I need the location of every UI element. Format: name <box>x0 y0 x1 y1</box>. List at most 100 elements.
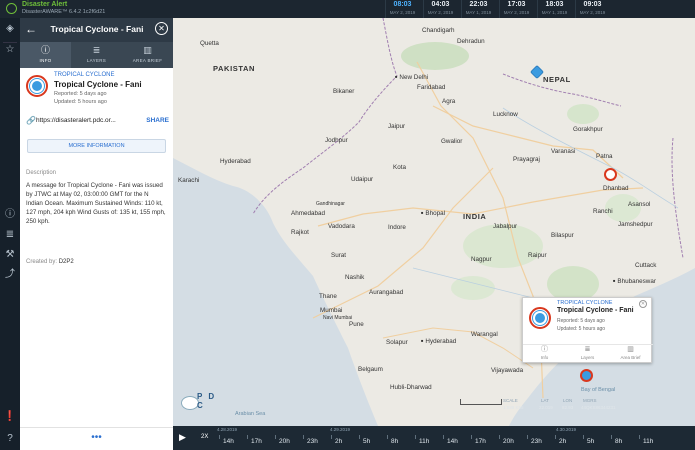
timeline-axis[interactable]: 4.28.2019 4.29.2019 4.30.2019 14h 17h 20h 2… <box>213 426 695 450</box>
mgrs-label: MGRS <box>583 398 597 403</box>
map-label: Warangal <box>471 331 498 338</box>
hazard-popup[interactable]: TROPICAL CYCLONE Tropical Cyclone - Fani… <box>522 297 653 363</box>
popup-tab-label: Info <box>540 355 549 360</box>
map-label: Vadodara <box>328 223 355 230</box>
tropical-cyclone-pin-icon[interactable] <box>580 369 593 382</box>
tab-info[interactable]: ⓘ INFO <box>20 42 71 68</box>
popup-close-icon[interactable]: ✕ <box>639 300 647 308</box>
app-name: Disaster Alert <box>22 1 68 8</box>
map-label: Jabalpur <box>493 223 518 230</box>
panel-title: Tropical Cyclone - Fani <box>50 24 144 34</box>
timeline-hour[interactable]: 5h <box>587 438 594 445</box>
clock-3[interactable]: 22:03 MAY 1, 2019 <box>461 0 495 18</box>
scale-bar <box>460 399 502 405</box>
map-label: Solapur <box>386 339 408 346</box>
info-icon[interactable]: ⓘ <box>3 208 17 222</box>
layers-icon: ≣ <box>92 45 101 55</box>
clock-date: MAY 2, 2019 <box>389 10 416 15</box>
timeline-tick <box>639 435 640 439</box>
timeline-hour[interactable]: 23h <box>307 438 318 445</box>
favorites-star-icon[interactable]: ☆ <box>3 42 17 56</box>
share-url[interactable]: https://disasteralert.pdc.or... <box>36 117 116 124</box>
map-label: Agra <box>442 98 456 105</box>
timeline-hour[interactable]: 17h <box>251 438 262 445</box>
hazard-name: Tropical Cyclone - Fani <box>54 80 142 89</box>
back-arrow-icon[interactable]: ← <box>25 22 37 36</box>
map-label: Hyderabad <box>220 158 251 165</box>
clock-2[interactable]: 04:03 MAY 2, 2019 <box>423 0 457 18</box>
timeline-hour[interactable]: 20h <box>279 438 290 445</box>
tools-icon[interactable]: ⚒ <box>3 248 17 262</box>
top-bar: Disaster Alert DisasterAWARE™ 6.4.2 1c2f… <box>0 0 695 18</box>
timeline-date: 4.28.2019 <box>217 427 238 432</box>
map-label: Bay of Bengal <box>581 387 616 393</box>
layers-icon[interactable]: ≣ <box>3 228 17 242</box>
map-label: Jamshedpur <box>618 221 653 228</box>
hazard-type: TROPICAL CYCLONE <box>54 72 115 78</box>
timeline-hour[interactable]: 14h <box>447 438 458 445</box>
link-icon: 🔗 <box>26 116 36 125</box>
map-view[interactable]: PAKISTAN NEPAL INDIA Quetta Chandigarh D… <box>173 18 695 426</box>
bar-chart-icon: ▥ <box>143 45 152 55</box>
hazard-summary: TROPICAL CYCLONE Tropical Cyclone - Fani… <box>26 72 171 108</box>
clock-time: 04:03 <box>431 1 450 8</box>
tab-area-brief[interactable]: ▥ AREA BRIEF <box>122 42 173 68</box>
play-icon[interactable]: ▶ <box>179 432 186 443</box>
timeline-hour[interactable]: 14h <box>223 438 234 445</box>
alert-icon[interactable]: ❗ <box>3 410 17 424</box>
clock-5[interactable]: 18:03 MAY 1, 2019 <box>537 0 571 18</box>
timeline-date: 4.29.2019 <box>330 427 351 432</box>
timeline-hour[interactable]: 17h <box>475 438 486 445</box>
map-label: Nagpur <box>471 256 492 263</box>
timeline-bar: ▶ 2X 4.28.2019 4.29.2019 4.30.2019 14h 17… <box>173 426 695 450</box>
timeline-hour[interactable]: 11h <box>419 438 429 445</box>
popup-hazard-type: TROPICAL CYCLONE <box>557 300 613 306</box>
timeline-tick <box>247 435 248 439</box>
share-button[interactable]: SHARE <box>146 117 169 124</box>
clock-1[interactable]: 08:03 MAY 2, 2019 <box>385 0 419 18</box>
popup-tab-area-brief[interactable]: ▥ Area Brief <box>609 345 652 360</box>
tab-layers[interactable]: ≣ LAYERS <box>71 42 122 68</box>
timeline-hour[interactable]: 11h <box>643 438 653 445</box>
panel-tabs: ⓘ INFO ≣ LAYERS ▥ AREA BRIEF <box>20 42 173 68</box>
hazard-pin-icon[interactable] <box>604 168 617 181</box>
app-version: DisasterAWARE™ 6.4.2 1c2f6d21 <box>22 9 106 15</box>
hazards-icon[interactable]: ◈ <box>3 22 17 36</box>
map-label: Rajkot <box>291 229 309 236</box>
timeline-date: 4.30.2019 <box>556 427 577 432</box>
reported-time: Reported: 5 days ago <box>54 91 107 97</box>
help-icon[interactable]: ? <box>3 432 17 446</box>
share-icon[interactable]: ⤴ <box>3 268 17 282</box>
map-label: Dhanbad <box>603 185 629 192</box>
timeline-tick <box>555 435 556 439</box>
timeline-hour[interactable]: 2h <box>335 438 342 445</box>
timeline-hour[interactable]: 5h <box>363 438 370 445</box>
timeline-hour[interactable]: 2h <box>559 438 566 445</box>
more-information-button[interactable]: MORE INFORMATION <box>27 139 166 153</box>
clock-6[interactable]: 09:03 MAY 2, 2019 <box>575 0 609 18</box>
timeline-hour[interactable]: 8h <box>391 438 398 445</box>
map-label: Surat <box>331 252 347 259</box>
map-basemap <box>173 18 695 426</box>
map-label: Dehradun <box>457 38 485 45</box>
playback-speed[interactable]: 2X <box>201 434 208 440</box>
clock-4[interactable]: 17:03 MAY 2, 2019 <box>499 0 533 18</box>
more-options-button[interactable]: ••• <box>20 427 173 450</box>
map-label: Belgaum <box>358 366 383 373</box>
tropical-cyclone-icon <box>529 307 551 329</box>
disaster-alert-logo-icon <box>6 3 17 14</box>
popup-reported: Reported: 5 days ago <box>557 318 605 324</box>
timeline-hour[interactable]: 8h <box>615 438 622 445</box>
close-icon[interactable]: ✕ <box>155 22 168 35</box>
map-label: Raipur <box>528 252 547 259</box>
timeline-hour[interactable]: 20h <box>503 438 514 445</box>
share-link-row: 🔗 https://disasteralert.pdc.or... SHARE <box>26 116 171 127</box>
layers-icon: ≣ <box>584 346 591 353</box>
map-label: Ahmedabad <box>291 210 325 217</box>
map-label: Hubli-Dharwad <box>390 384 432 391</box>
popup-tab-info[interactable]: ⓘ Info <box>523 345 566 360</box>
popup-tab-layers[interactable]: ≣ Layers <box>566 345 609 360</box>
timeline-hour[interactable]: 23h <box>531 438 542 445</box>
clock-date: MAY 2, 2019 <box>427 10 454 15</box>
map-label: Asansol <box>628 201 651 208</box>
